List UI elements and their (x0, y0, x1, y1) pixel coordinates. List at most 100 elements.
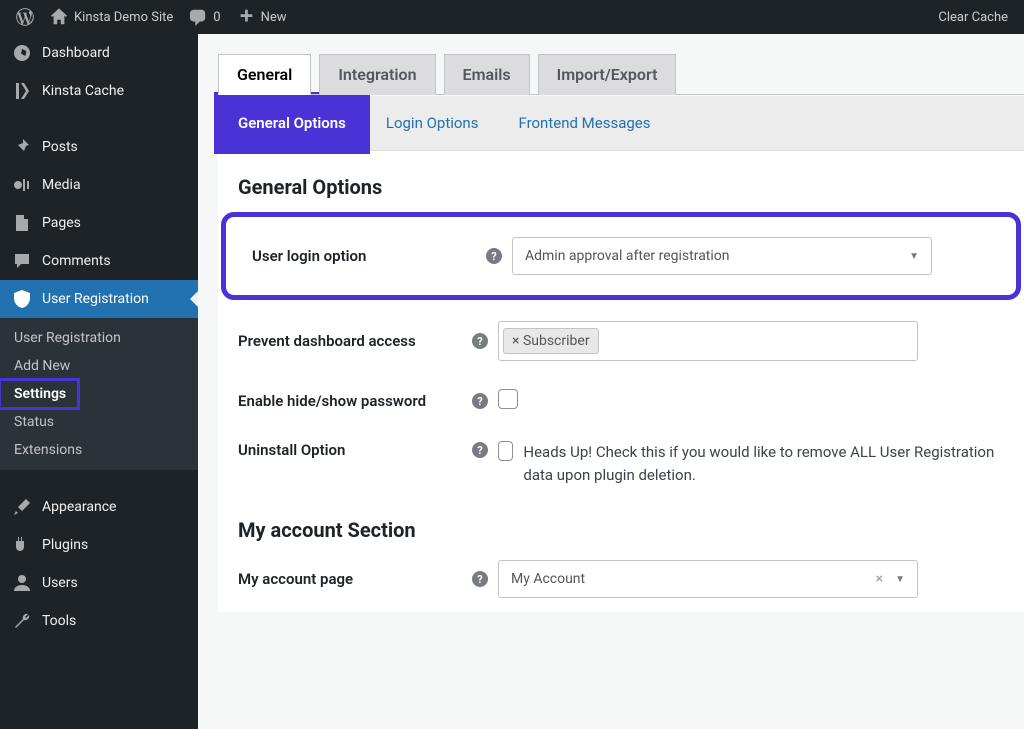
sidebar-sub-status[interactable]: Status (0, 408, 198, 436)
clear-cache-label: Clear Cache (938, 10, 1008, 25)
tab-integration[interactable]: Integration (319, 54, 435, 95)
plugin-icon (12, 535, 32, 555)
sidebar-item-label: Pages (42, 215, 81, 231)
sidebar-item-label: Kinsta Cache (42, 83, 124, 99)
sidebar-sub-add-new[interactable]: Add New (0, 352, 198, 380)
admin-bar: Kinsta Demo Site 0 New Clear Cache (0, 0, 1024, 34)
shield-icon (12, 289, 32, 309)
sidebar-item-comments[interactable]: Comments (0, 242, 198, 280)
row-prevent-dashboard: Prevent dashboard access ? × Subscriber (218, 307, 1024, 375)
help-icon[interactable]: ? (472, 571, 488, 587)
sidebar-item-label: Plugins (42, 537, 88, 553)
sidebar-item-label: Appearance (42, 499, 116, 515)
comment-count: 0 (213, 10, 220, 25)
sidebar-submenu: User Registration Add New Settings Statu… (0, 318, 198, 470)
site-name-link[interactable]: Kinsta Demo Site (42, 0, 181, 34)
sidebar-item-label: Tools (42, 613, 76, 629)
sidebar-item-label: Users (42, 575, 78, 591)
svg-text:?: ? (477, 444, 483, 457)
svg-text:?: ? (477, 395, 483, 408)
subtab-login-options[interactable]: Login Options (366, 96, 499, 150)
new-label: New (261, 10, 287, 25)
plus-icon (237, 8, 255, 26)
svg-text:?: ? (477, 335, 483, 348)
help-icon[interactable]: ? (472, 333, 488, 349)
sub-tabs: General Options Login Options Frontend M… (218, 96, 1024, 151)
sidebar-item-users[interactable]: Users (0, 564, 198, 602)
settings-panel: General Options User login option ? Admi… (218, 151, 1024, 612)
row-enable-hide-show: Enable hide/show password ? (218, 375, 1024, 427)
new-content-link[interactable]: New (229, 0, 295, 34)
chevron-down-icon: ▼ (909, 251, 919, 262)
wrench-icon (12, 611, 32, 631)
row-uninstall: Uninstall Option ? Heads Up! Check this … (218, 427, 1024, 500)
sidebar-item-tools[interactable]: Tools (0, 602, 198, 640)
label-uninstall: Uninstall Option ? (238, 441, 498, 459)
subtab-frontend-messages[interactable]: Frontend Messages (498, 96, 670, 150)
checkbox-uninstall[interactable] (498, 441, 513, 461)
sidebar-sub-extensions[interactable]: Extensions (0, 436, 198, 464)
admin-sidebar: Dashboard Kinsta Cache Posts Media Pages… (0, 34, 198, 729)
svg-text:?: ? (491, 250, 497, 263)
users-icon (12, 573, 32, 593)
sidebar-item-user-registration[interactable]: User Registration (0, 280, 198, 318)
sidebar-item-dashboard[interactable]: Dashboard (0, 34, 198, 72)
wordpress-icon (16, 8, 34, 26)
help-icon[interactable]: ? (472, 393, 488, 409)
sidebar-item-pages[interactable]: Pages (0, 204, 198, 242)
media-icon (12, 175, 32, 195)
sidebar-item-label: Posts (42, 139, 78, 155)
pages-icon (12, 213, 32, 233)
sidebar-item-appearance[interactable]: Appearance (0, 488, 198, 526)
kinsta-icon (12, 81, 32, 101)
site-title: Kinsta Demo Site (74, 10, 173, 25)
wp-logo[interactable] (8, 0, 42, 34)
sidebar-item-posts[interactable]: Posts (0, 128, 198, 166)
sidebar-item-plugins[interactable]: Plugins (0, 526, 198, 564)
sidebar-item-label: Comments (42, 253, 111, 269)
dashboard-icon (12, 43, 32, 63)
home-icon (50, 8, 68, 26)
tab-emails[interactable]: Emails (444, 54, 530, 95)
chevron-down-icon: ▼ (889, 574, 905, 585)
comments-icon (12, 251, 32, 271)
label-enable-hide-show: Enable hide/show password ? (238, 392, 498, 410)
sidebar-item-label: Media (42, 177, 81, 193)
select-user-login-option[interactable]: Admin approval after registration ▼ (512, 237, 932, 275)
checkbox-enable-hide-show[interactable] (498, 389, 518, 409)
section-title-myaccount: My account Section (218, 500, 1024, 546)
sidebar-item-kinsta-cache[interactable]: Kinsta Cache (0, 72, 198, 110)
taginput-prevent-dashboard[interactable]: × Subscriber (498, 321, 918, 361)
select-value: My Account (511, 571, 585, 587)
help-icon[interactable]: ? (472, 442, 488, 458)
clear-cache-link[interactable]: Clear Cache (930, 0, 1016, 34)
select-myaccount-page[interactable]: My Account × ▼ (498, 560, 918, 598)
help-icon[interactable]: ? (486, 248, 502, 264)
tab-import-export[interactable]: Import/Export (538, 54, 677, 95)
sidebar-item-label: User Registration (42, 291, 149, 307)
sidebar-sub-user-registration[interactable]: User Registration (0, 324, 198, 352)
uninstall-hint: Heads Up! Check this if you would like t… (523, 441, 1004, 486)
row-user-login-option: User login option ? Admin approval after… (232, 223, 1010, 289)
select-value: Admin approval after registration (525, 248, 730, 264)
clear-icon[interactable]: × (870, 571, 889, 587)
subtab-general-options[interactable]: General Options (218, 96, 366, 150)
tab-general[interactable]: General (218, 54, 311, 95)
sidebar-item-media[interactable]: Media (0, 166, 198, 204)
pin-icon (12, 137, 32, 157)
section-title-general: General Options (218, 175, 1024, 211)
arrow-indicator (190, 291, 198, 307)
sidebar-item-label: Dashboard (42, 45, 110, 61)
label-user-login-option: User login option ? (252, 247, 512, 265)
label-prevent-dashboard: Prevent dashboard access ? (238, 332, 498, 350)
main-tabs: General Integration Emails Import/Export (218, 54, 1024, 95)
row-myaccount-page: My account page ? My Account × ▼ (218, 546, 1024, 612)
label-myaccount-page: My account page ? (238, 570, 498, 588)
sidebar-sub-settings[interactable]: Settings (0, 380, 78, 408)
brush-icon (12, 497, 32, 517)
svg-text:?: ? (477, 573, 483, 586)
tag-subscriber[interactable]: × Subscriber (503, 328, 599, 354)
comment-icon (189, 8, 207, 26)
comments-link[interactable]: 0 (181, 0, 228, 34)
main-content: General Integration Emails Import/Export… (198, 34, 1024, 729)
